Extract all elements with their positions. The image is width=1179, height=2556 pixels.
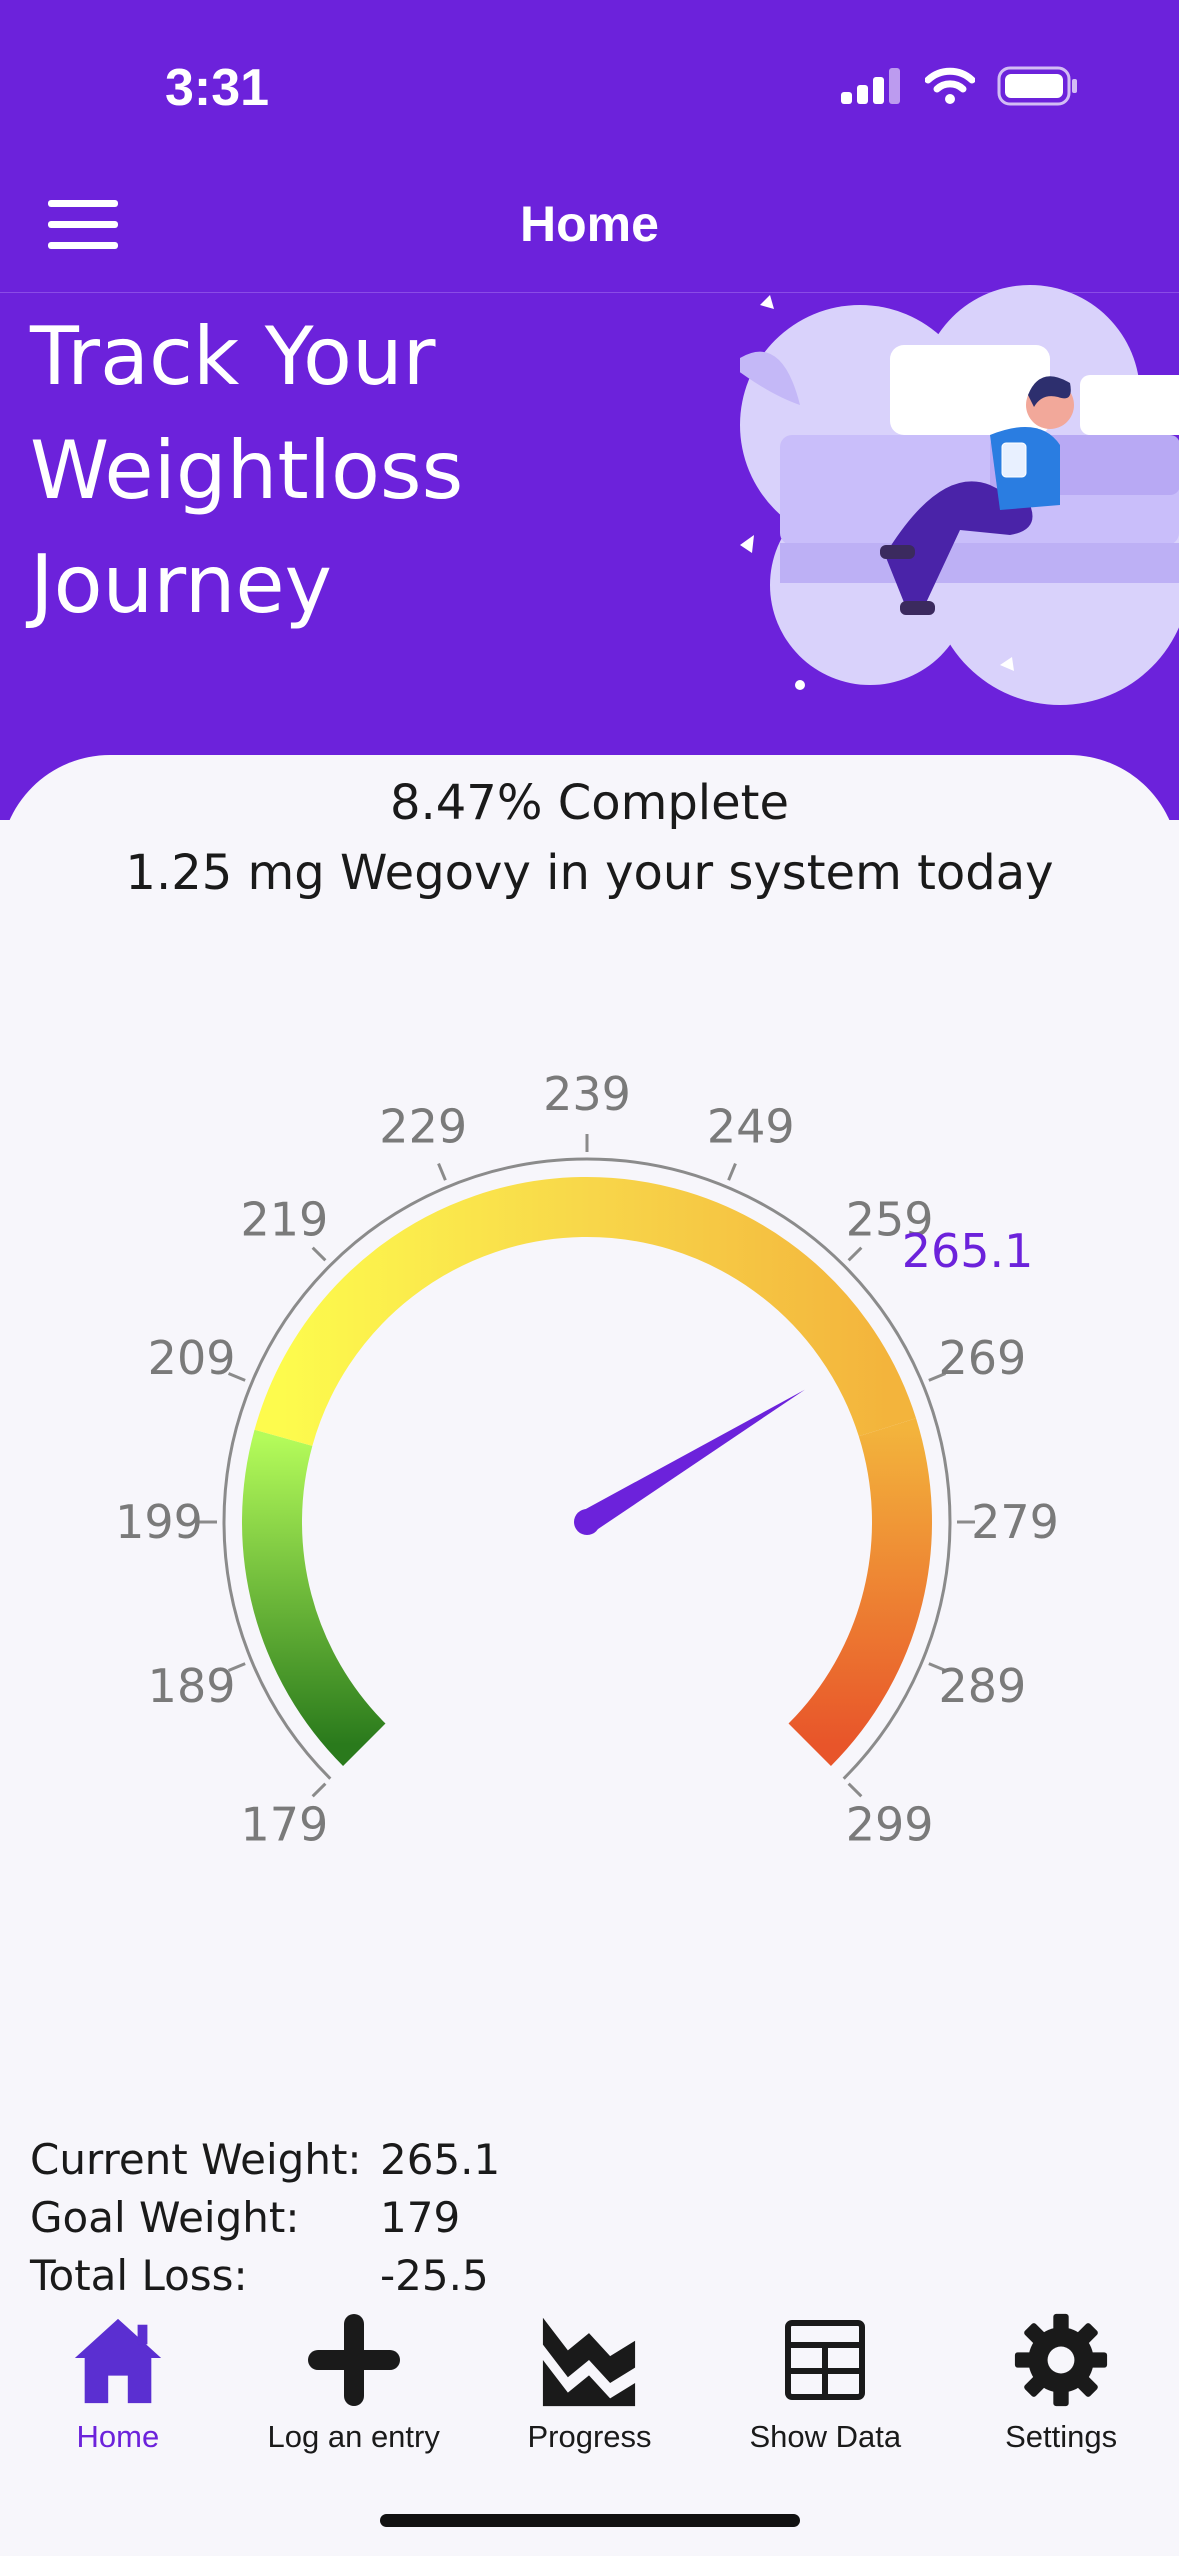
home-indicator [380, 2514, 800, 2527]
page-title: Home [520, 196, 659, 252]
goal-weight-label: Goal Weight: [30, 2193, 300, 2242]
home-icon [74, 2318, 162, 2404]
tab-home[interactable]: Home [0, 2305, 236, 2475]
gauge-tick-label: 219 [240, 1192, 328, 1246]
gauge-tick [847, 1782, 863, 1798]
dose-text: 1.25 mg Wegovy in your system today [125, 845, 1054, 901]
tab-settings-label: Settings [1005, 2419, 1118, 2454]
tab-log-entry[interactable]: Log an entry [236, 2305, 472, 2475]
gauge-tick-label: 289 [939, 1659, 1027, 1713]
hero-tagline: Track Your Weightloss Journey [30, 310, 464, 631]
gauge-tick [727, 1162, 737, 1181]
current-weight-row: Current Weight: 265.1 [30, 2135, 500, 2193]
total-loss-label: Total Loss: [30, 2251, 248, 2300]
tab-show-data-label: Show Data [749, 2419, 902, 2454]
gauge-tick-label: 239 [543, 1067, 631, 1121]
weight-gauge: 179189199209219229239249259269279289299 … [115, 1067, 1059, 1852]
gauge-tick-label: 269 [939, 1331, 1027, 1385]
gauge-needle-hub [574, 1509, 600, 1535]
gauge-tick-label: 199 [115, 1495, 203, 1549]
weight-stats: Current Weight: 265.1 Goal Weight: 179 T… [30, 2135, 500, 2309]
gauge-needle [580, 1389, 805, 1533]
status-bar: 3:31 [0, 0, 1179, 170]
top-nav-bar: Home [0, 170, 1179, 290]
gauge-tick [311, 1782, 327, 1798]
gauge-tick-label: 249 [707, 1100, 795, 1154]
percent-complete-text: 8.47% Complete [389, 775, 790, 831]
goal-weight-row: Goal Weight: 179 [30, 2193, 500, 2251]
battery-icon [997, 66, 1077, 106]
gear-icon [1014, 2313, 1108, 2407]
current-weight-value: 265.1 [380, 2135, 501, 2184]
gauge-tick [311, 1246, 327, 1262]
tab-home-label: Home [76, 2419, 160, 2454]
cellular-signal-icon [841, 68, 900, 104]
bottom-tab-bar: Home Log an entry Progress Show Data Set… [0, 2305, 1179, 2475]
wifi-icon [925, 67, 975, 104]
tab-log-entry-label: Log an entry [267, 2419, 440, 2454]
plus-icon [307, 2314, 400, 2406]
gauge-tick [847, 1246, 863, 1262]
table-icon [785, 2320, 866, 2400]
current-weight-marker: 265.1 [902, 1224, 1034, 1278]
goal-weight-value: 179 [380, 2193, 461, 2242]
gauge-tick-label: 229 [379, 1100, 467, 1154]
current-weight-label: Current Weight: [30, 2135, 362, 2184]
status-icons [841, 66, 1079, 106]
gauge-tick-label: 279 [971, 1495, 1059, 1549]
tab-progress-label: Progress [527, 2419, 652, 2454]
total-loss-row: Total Loss: -25.5 [30, 2251, 500, 2309]
chart-icon [543, 2317, 636, 2407]
gauge-tick-label: 179 [240, 1798, 328, 1852]
gauge-tick [437, 1162, 447, 1181]
gauge-band-green [242, 1429, 386, 1766]
gauge-tick-label: 299 [846, 1798, 934, 1852]
status-time: 3:31 [165, 59, 270, 117]
gauge-tick-label: 189 [148, 1659, 236, 1713]
gauge-band-yellow [254, 1177, 917, 1446]
relaxing-person-illustration [740, 285, 1179, 705]
gauge-tick-label: 209 [148, 1331, 236, 1385]
tab-show-data[interactable]: Show Data [707, 2305, 943, 2475]
tab-progress[interactable]: Progress [472, 2305, 708, 2475]
total-loss-value: -25.5 [380, 2251, 489, 2300]
tab-settings[interactable]: Settings [943, 2305, 1179, 2475]
gauge-band-orange [788, 1418, 932, 1766]
